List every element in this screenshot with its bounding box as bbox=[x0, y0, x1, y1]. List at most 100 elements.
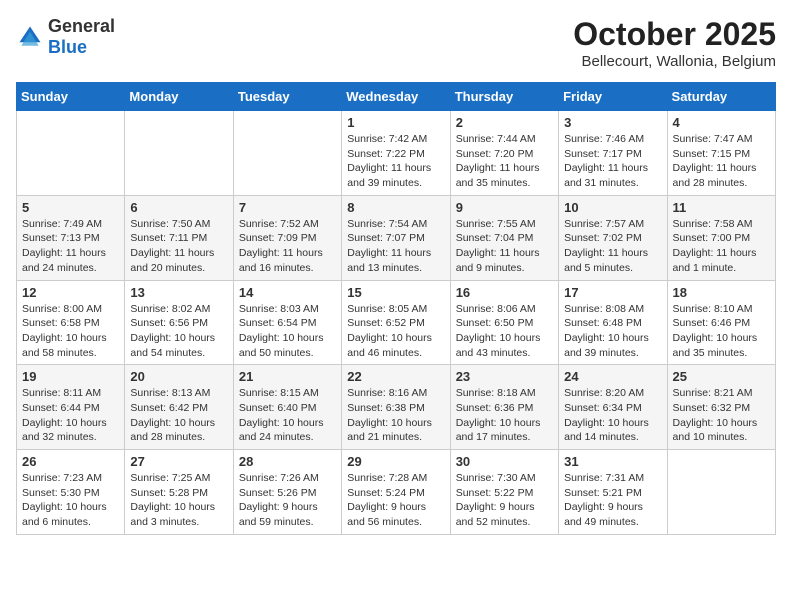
calendar-week-row: 12 Sunrise: 8:00 AM Sunset: 6:58 PM Dayli… bbox=[17, 280, 776, 365]
calendar-cell bbox=[667, 450, 775, 535]
day-info: Sunrise: 8:03 AM Sunset: 6:54 PM Dayligh… bbox=[239, 302, 336, 361]
calendar-cell: 12 Sunrise: 8:00 AM Sunset: 6:58 PM Dayli… bbox=[17, 280, 125, 365]
calendar-cell bbox=[17, 111, 125, 196]
day-info: Sunrise: 8:18 AM Sunset: 6:36 PM Dayligh… bbox=[456, 386, 553, 445]
day-number: 24 bbox=[564, 369, 661, 384]
calendar-cell: 23Sunrise: 8:18 AM Sunset: 6:36 PM Dayli… bbox=[450, 365, 558, 450]
day-info: Sunrise: 7:28 AM Sunset: 5:24 PM Dayligh… bbox=[347, 471, 444, 530]
calendar-cell: 9 Sunrise: 7:55 AM Sunset: 7:04 PM Daylig… bbox=[450, 195, 558, 280]
day-number: 17 bbox=[564, 285, 661, 300]
day-number: 29 bbox=[347, 454, 444, 469]
day-info: Sunrise: 7:44 AM Sunset: 7:20 PM Dayligh… bbox=[456, 132, 553, 191]
day-number: 27 bbox=[130, 454, 227, 469]
calendar-cell bbox=[233, 111, 341, 196]
day-info: Sunrise: 8:02 AM Sunset: 6:56 PM Dayligh… bbox=[130, 302, 227, 361]
page-header: General Blue October 2025 Bellecourt, Wa… bbox=[16, 16, 776, 70]
day-number: 20 bbox=[130, 369, 227, 384]
calendar-cell: 7 Sunrise: 7:52 AM Sunset: 7:09 PM Daylig… bbox=[233, 195, 341, 280]
day-number: 7 bbox=[239, 200, 336, 215]
logo-general-text: General bbox=[48, 16, 115, 36]
calendar-cell: 2Sunrise: 7:44 AM Sunset: 7:20 PM Daylig… bbox=[450, 111, 558, 196]
calendar-cell: 25 Sunrise: 8:21 AM Sunset: 6:32 PM Dayli… bbox=[667, 365, 775, 450]
calendar-cell: 24 Sunrise: 8:20 AM Sunset: 6:34 PM Dayli… bbox=[559, 365, 667, 450]
month-title: October 2025 bbox=[573, 16, 776, 53]
day-number: 6 bbox=[130, 200, 227, 215]
day-number: 31 bbox=[564, 454, 661, 469]
day-info: Sunrise: 7:47 AM Sunset: 7:15 PM Dayligh… bbox=[673, 132, 770, 191]
day-number: 11 bbox=[673, 200, 770, 215]
logo-icon bbox=[16, 23, 44, 51]
day-number: 14 bbox=[239, 285, 336, 300]
calendar-cell: 16Sunrise: 8:06 AM Sunset: 6:50 PM Dayli… bbox=[450, 280, 558, 365]
day-info: Sunrise: 7:50 AM Sunset: 7:11 PM Dayligh… bbox=[130, 217, 227, 276]
calendar-cell: 27 Sunrise: 7:25 AM Sunset: 5:28 PM Dayli… bbox=[125, 450, 233, 535]
calendar-week-row: 1Sunrise: 7:42 AM Sunset: 7:22 PM Daylig… bbox=[17, 111, 776, 196]
day-info: Sunrise: 7:31 AM Sunset: 5:21 PM Dayligh… bbox=[564, 471, 661, 530]
day-number: 9 bbox=[456, 200, 553, 215]
day-info: Sunrise: 7:57 AM Sunset: 7:02 PM Dayligh… bbox=[564, 217, 661, 276]
title-block: October 2025 Bellecourt, Wallonia, Belgi… bbox=[573, 16, 776, 70]
calendar-week-row: 19 Sunrise: 8:11 AM Sunset: 6:44 PM Dayli… bbox=[17, 365, 776, 450]
day-info: Sunrise: 8:00 AM Sunset: 6:58 PM Dayligh… bbox=[22, 302, 119, 361]
calendar-cell: 11 Sunrise: 7:58 AM Sunset: 7:00 PM Dayli… bbox=[667, 195, 775, 280]
calendar-cell: 13 Sunrise: 8:02 AM Sunset: 6:56 PM Dayli… bbox=[125, 280, 233, 365]
calendar-header-row: SundayMondayTuesdayWednesdayThursdayFrid… bbox=[17, 83, 776, 111]
day-info: Sunrise: 8:13 AM Sunset: 6:42 PM Dayligh… bbox=[130, 386, 227, 445]
day-number: 30 bbox=[456, 454, 553, 469]
location-title: Bellecourt, Wallonia, Belgium bbox=[573, 53, 776, 70]
day-number: 16 bbox=[456, 285, 553, 300]
day-info: Sunrise: 8:08 AM Sunset: 6:48 PM Dayligh… bbox=[564, 302, 661, 361]
day-info: Sunrise: 7:55 AM Sunset: 7:04 PM Dayligh… bbox=[456, 217, 553, 276]
day-info: Sunrise: 7:25 AM Sunset: 5:28 PM Dayligh… bbox=[130, 471, 227, 530]
day-info: Sunrise: 7:23 AM Sunset: 5:30 PM Dayligh… bbox=[22, 471, 119, 530]
calendar-cell: 19 Sunrise: 8:11 AM Sunset: 6:44 PM Dayli… bbox=[17, 365, 125, 450]
day-number: 15 bbox=[347, 285, 444, 300]
day-number: 3 bbox=[564, 115, 661, 130]
day-number: 13 bbox=[130, 285, 227, 300]
calendar-cell: 18Sunrise: 8:10 AM Sunset: 6:46 PM Dayli… bbox=[667, 280, 775, 365]
logo: General Blue bbox=[16, 16, 115, 58]
calendar-cell: 17 Sunrise: 8:08 AM Sunset: 6:48 PM Dayli… bbox=[559, 280, 667, 365]
day-info: Sunrise: 8:11 AM Sunset: 6:44 PM Dayligh… bbox=[22, 386, 119, 445]
day-info: Sunrise: 7:58 AM Sunset: 7:00 PM Dayligh… bbox=[673, 217, 770, 276]
weekday-header: Monday bbox=[125, 83, 233, 111]
calendar-cell: 3 Sunrise: 7:46 AM Sunset: 7:17 PM Daylig… bbox=[559, 111, 667, 196]
calendar-cell: 6 Sunrise: 7:50 AM Sunset: 7:11 PM Daylig… bbox=[125, 195, 233, 280]
day-info: Sunrise: 7:46 AM Sunset: 7:17 PM Dayligh… bbox=[564, 132, 661, 191]
day-info: Sunrise: 8:20 AM Sunset: 6:34 PM Dayligh… bbox=[564, 386, 661, 445]
calendar-week-row: 26 Sunrise: 7:23 AM Sunset: 5:30 PM Dayli… bbox=[17, 450, 776, 535]
day-number: 4 bbox=[673, 115, 770, 130]
day-number: 21 bbox=[239, 369, 336, 384]
logo-blue-text: Blue bbox=[48, 37, 87, 57]
weekday-header: Tuesday bbox=[233, 83, 341, 111]
calendar-cell: 22Sunrise: 8:16 AM Sunset: 6:38 PM Dayli… bbox=[342, 365, 450, 450]
weekday-header: Saturday bbox=[667, 83, 775, 111]
calendar-cell: 20 Sunrise: 8:13 AM Sunset: 6:42 PM Dayli… bbox=[125, 365, 233, 450]
calendar-cell: 30Sunrise: 7:30 AM Sunset: 5:22 PM Dayli… bbox=[450, 450, 558, 535]
day-info: Sunrise: 8:21 AM Sunset: 6:32 PM Dayligh… bbox=[673, 386, 770, 445]
day-info: Sunrise: 8:05 AM Sunset: 6:52 PM Dayligh… bbox=[347, 302, 444, 361]
day-number: 26 bbox=[22, 454, 119, 469]
calendar-cell: 14 Sunrise: 8:03 AM Sunset: 6:54 PM Dayli… bbox=[233, 280, 341, 365]
day-info: Sunrise: 7:42 AM Sunset: 7:22 PM Dayligh… bbox=[347, 132, 444, 191]
calendar-cell: 28Sunrise: 7:26 AM Sunset: 5:26 PM Dayli… bbox=[233, 450, 341, 535]
calendar-cell: 4 Sunrise: 7:47 AM Sunset: 7:15 PM Daylig… bbox=[667, 111, 775, 196]
day-number: 19 bbox=[22, 369, 119, 384]
day-number: 12 bbox=[22, 285, 119, 300]
calendar-cell bbox=[125, 111, 233, 196]
calendar-cell: 21Sunrise: 8:15 AM Sunset: 6:40 PM Dayli… bbox=[233, 365, 341, 450]
calendar-cell: 15 Sunrise: 8:05 AM Sunset: 6:52 PM Dayli… bbox=[342, 280, 450, 365]
day-number: 5 bbox=[22, 200, 119, 215]
day-number: 25 bbox=[673, 369, 770, 384]
day-info: Sunrise: 7:49 AM Sunset: 7:13 PM Dayligh… bbox=[22, 217, 119, 276]
weekday-header: Thursday bbox=[450, 83, 558, 111]
calendar-cell: 29 Sunrise: 7:28 AM Sunset: 5:24 PM Dayli… bbox=[342, 450, 450, 535]
day-number: 22 bbox=[347, 369, 444, 384]
weekday-header: Sunday bbox=[17, 83, 125, 111]
calendar-cell: 31 Sunrise: 7:31 AM Sunset: 5:21 PM Dayli… bbox=[559, 450, 667, 535]
calendar-cell: 1Sunrise: 7:42 AM Sunset: 7:22 PM Daylig… bbox=[342, 111, 450, 196]
weekday-header: Wednesday bbox=[342, 83, 450, 111]
day-number: 28 bbox=[239, 454, 336, 469]
day-info: Sunrise: 7:52 AM Sunset: 7:09 PM Dayligh… bbox=[239, 217, 336, 276]
day-info: Sunrise: 7:54 AM Sunset: 7:07 PM Dayligh… bbox=[347, 217, 444, 276]
